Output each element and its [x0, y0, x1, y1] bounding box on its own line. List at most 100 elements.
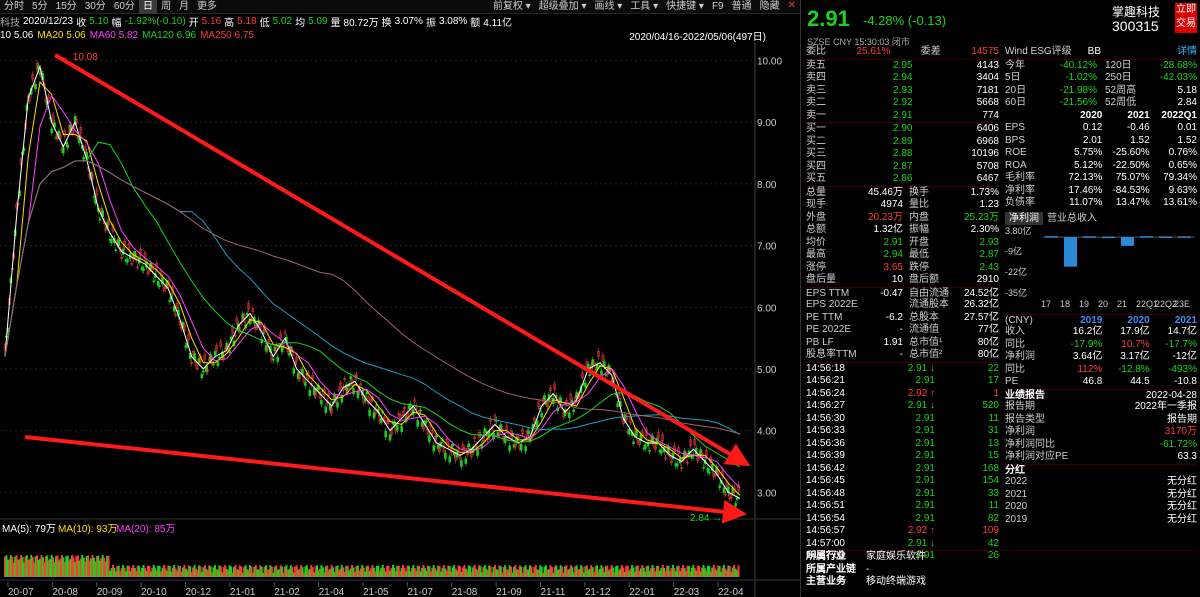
- fin-row-1: BPS 2.01 1.52 1.52: [1005, 135, 1197, 148]
- info-item-3: 5.10: [89, 15, 109, 27]
- dividend-header: 分红: [1005, 463, 1197, 477]
- forecast-header-cell-3: 2021: [1174, 314, 1197, 326]
- toolbar-btn-1[interactable]: 超级叠加 ▾: [535, 0, 591, 14]
- candle-body: [200, 374, 204, 379]
- forecast-row-3-cell-3: -493%: [1168, 363, 1197, 375]
- period-tab-5[interactable]: 日: [138, 0, 157, 14]
- toolbar-btn-2[interactable]: 画线 ▾: [591, 0, 627, 14]
- tick-row-11-cell-0: 14:56:51: [806, 500, 845, 511]
- stock-code: 300315: [1112, 18, 1159, 34]
- dividend-row-3: 2019 无分红: [1005, 514, 1197, 527]
- toolbar-btn-0[interactable]: 前复权 ▾: [489, 0, 535, 14]
- report-header-cell-1: 2022-04-28: [1145, 389, 1197, 401]
- trade-btn-line2: 交易: [1176, 18, 1196, 29]
- stat-row-4-cell-2: 开盘: [909, 236, 929, 248]
- toolbar-btn-5[interactable]: F9: [708, 0, 728, 14]
- return-row-2-cell-2: 52周高: [1105, 84, 1137, 96]
- tick-row-12-cell-1: 2.91: [915, 512, 935, 524]
- bid-row-2-cell-1: 2.88: [893, 148, 913, 159]
- candle-body: [292, 368, 295, 375]
- period-tab-7[interactable]: 月: [175, 0, 193, 14]
- period-tab-2[interactable]: 15分: [52, 0, 81, 14]
- kline-chart[interactable]: 10.00 9.00 8.00 7.00 6.00 5.00 4.00 3.00 MA(5): …: [0, 42, 800, 597]
- forecast-row-4-cell-0: PE: [1005, 376, 1019, 387]
- ask-row-2-cell-2: 7181: [976, 84, 999, 96]
- stat-row-12-cell-1: 1.91: [883, 336, 903, 348]
- candle-body: [110, 239, 113, 244]
- period-tab-8[interactable]: 更多: [193, 0, 221, 14]
- report-header: 业绩报告 2022-04-28: [1005, 388, 1197, 402]
- forecast-row-1-cell-2: 10.7%: [1121, 338, 1150, 350]
- x-tick-9: 21-07: [407, 587, 433, 597]
- mini-bar-2: [1083, 235, 1096, 238]
- mini-x-tick-2: 19: [1079, 299, 1089, 309]
- return-row-3-cell-1: -21.56%: [1059, 97, 1097, 108]
- fin-row-4-cell-3: 79.34%: [1163, 172, 1197, 183]
- period-tab-1[interactable]: 5分: [28, 0, 52, 14]
- forecast-row-3-cell-0: 同比: [1005, 363, 1025, 375]
- bid-row-1-cell-2: 6968: [976, 135, 999, 147]
- fin-row-2: ROE 5.75% -25.60% 0.76%: [1005, 147, 1197, 160]
- forecast-row-0-cell-2: 17.9亿: [1120, 326, 1150, 337]
- mini-bar-1: [1064, 236, 1077, 267]
- trade-now-button[interactable]: 立即 交易: [1175, 3, 1197, 33]
- fin-row-2-cell-3: 0.76%: [1168, 147, 1197, 158]
- dividend-row-2: 2020 无分红: [1005, 501, 1197, 514]
- fin-row-4-cell-2: 75.07%: [1115, 172, 1150, 183]
- candle-body: [718, 485, 721, 488]
- candle-body: [396, 425, 399, 431]
- candle-body: [584, 382, 587, 388]
- candle-body: [218, 356, 221, 359]
- period-tab-6[interactable]: 周: [157, 0, 175, 14]
- report-row-4-cell-0: 净利润对应PE: [1005, 451, 1069, 462]
- tick-row-10-cell-0: 14:56:48: [806, 487, 845, 499]
- mini-y-tick-1: -9亿: [1005, 245, 1022, 256]
- stat-row-13-cell-2: 总市值²: [909, 349, 943, 360]
- tick-row-6-cell-2: 13: [987, 437, 999, 449]
- ma-legend-4: MA250 6.75: [200, 29, 254, 41]
- date-range: 2020/04/16-2022/05/06(497日): [629, 31, 766, 43]
- return-row-0: 今年 -40.12% 120日 -28.68%: [1005, 60, 1197, 73]
- last-price: 2.91: [807, 6, 850, 31]
- report-row-2-cell-0: 净利润: [1005, 426, 1035, 437]
- close-icon[interactable]: ✕: [784, 0, 800, 14]
- mini-tab-0[interactable]: 净利润: [1005, 211, 1043, 225]
- toolbar-btn-4[interactable]: 快捷键 ▾: [662, 0, 708, 14]
- fin-header-cell-3: 2022Q1: [1161, 109, 1197, 121]
- forecast-row-2-cell-2: 3.17亿: [1120, 351, 1150, 362]
- return-row-0-cell-0: 今年: [1005, 59, 1025, 71]
- period-tab-3[interactable]: 30分: [81, 0, 110, 14]
- stat-row-3-cell-2: 振幅: [909, 224, 929, 235]
- stat-row-11: PE 2022E - 流通值 77亿: [806, 324, 999, 337]
- mini-bar-4: [1121, 236, 1134, 246]
- tick-row-2-cell-0: 14:56:24: [806, 387, 845, 399]
- toolbar-btn-7[interactable]: 隐藏: [756, 0, 784, 14]
- candle-body: [632, 441, 635, 444]
- candle-body: [428, 435, 431, 442]
- tick-row-0: 14:56:18 2.91 ↓ 22: [806, 363, 999, 376]
- x-tick-2: 20-09: [97, 587, 123, 597]
- period-tab-0[interactable]: 分时: [0, 0, 28, 14]
- stat-row-0-cell-3: 1.73%: [970, 186, 999, 198]
- toolbar-btn-3[interactable]: 工具 ▾: [626, 0, 662, 14]
- bid-row-2: 买三 2.88 10196: [806, 148, 999, 161]
- mini-tab-1[interactable]: 营业总收入: [1043, 212, 1101, 225]
- stat-row-2-cell-2: 内盘: [909, 211, 929, 223]
- tick-list[interactable]: 14:56:18 2.91 ↓ 22 14:56:21 2.91 17 14:56:24 2…: [806, 361, 999, 563]
- ask-row-4-cell-0: 卖一: [806, 109, 826, 121]
- tick-row-7-cell-2: 15: [987, 450, 999, 461]
- x-tick-7: 21-04: [319, 587, 345, 597]
- vol-ma5: MA(5): 79万: [2, 524, 56, 535]
- stat-row-7-cell-2: 盘后额: [909, 274, 939, 285]
- candle-body: [213, 351, 217, 356]
- x-tick-13: 21-12: [585, 587, 611, 597]
- info-item-14: 量: [330, 17, 341, 29]
- candle-body: [158, 285, 161, 287]
- period-tab-4[interactable]: 60分: [110, 0, 139, 14]
- toolbar-btn-6[interactable]: 普通: [728, 0, 756, 14]
- ask-row-0-cell-2: 4143: [976, 59, 999, 71]
- info-item-21: 4.11亿: [483, 17, 513, 29]
- fin-row-3-cell-1: 5.12%: [1073, 159, 1103, 171]
- info-item-7: 5.16: [201, 15, 222, 27]
- mini-y-tick-2: -22亿: [1005, 266, 1027, 277]
